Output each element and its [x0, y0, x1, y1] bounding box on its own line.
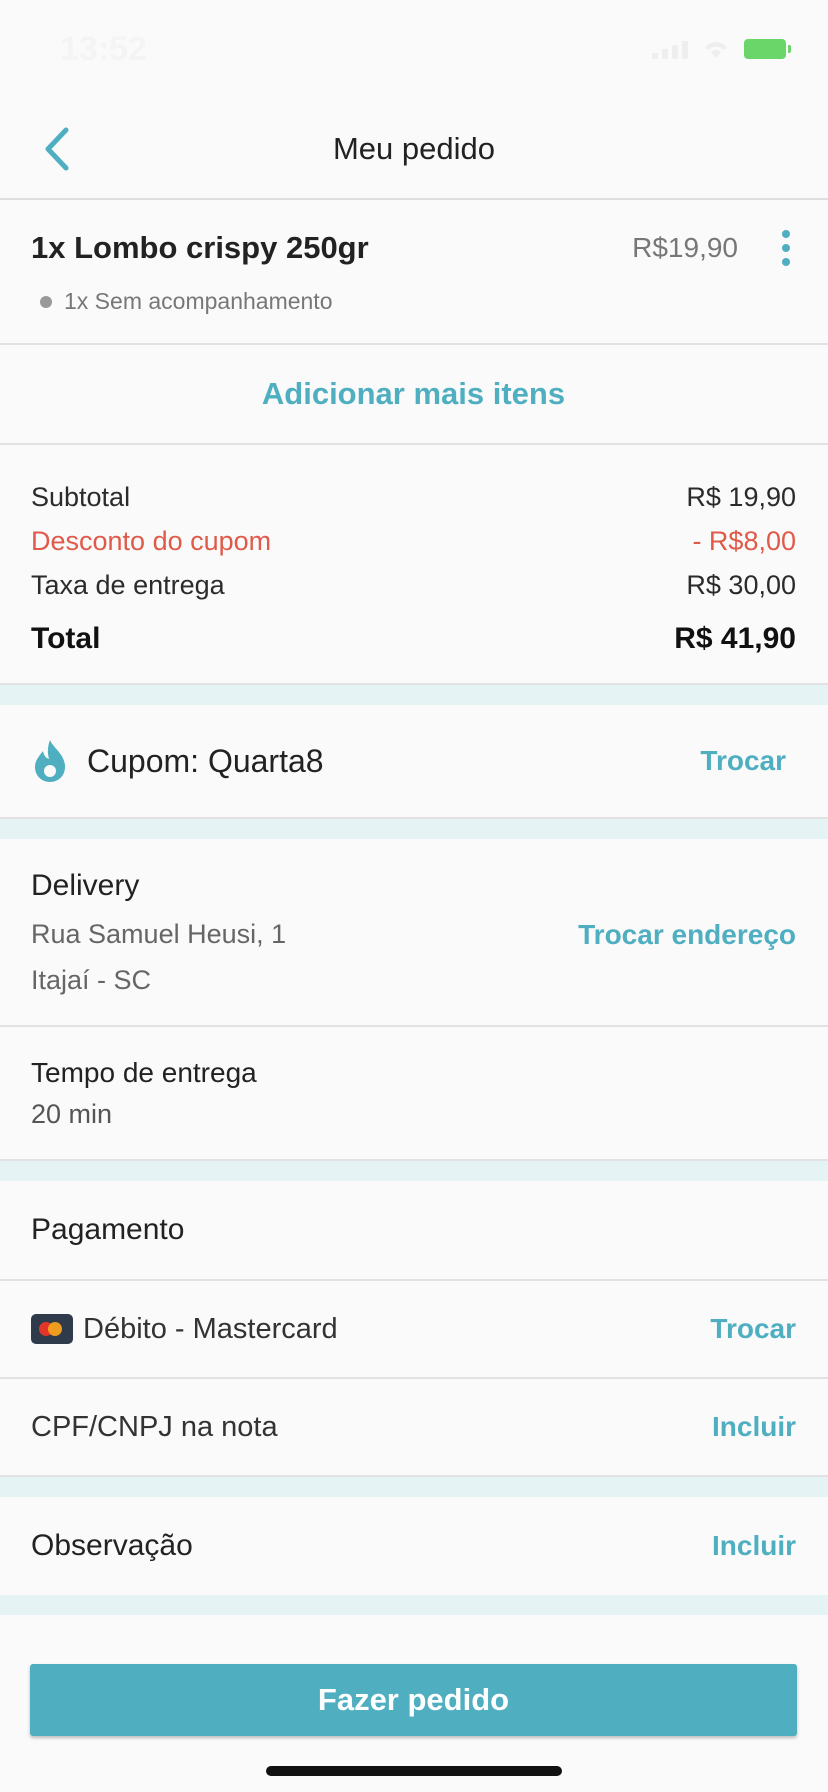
mastercard-icon [31, 1314, 73, 1344]
section-divider [0, 685, 828, 705]
add-note-button[interactable]: Incluir [712, 1530, 796, 1562]
signal-icon [652, 39, 688, 59]
back-icon[interactable] [38, 124, 78, 174]
delivery-section: Delivery Rua Samuel Heusi, 1 Itajaí - SC… [0, 839, 828, 1027]
footer: Fazer pedido [0, 1620, 828, 1792]
delivery-fee-line: Taxa de entrega R$ 30,00 [31, 563, 796, 607]
order-summary: Subtotal R$ 19,90 Desconto do cupom - R$… [0, 445, 828, 685]
wifi-icon [705, 42, 727, 58]
payment-method-label: Débito - Mastercard [83, 1312, 338, 1345]
battery-icon [744, 39, 791, 59]
add-tax-id-button[interactable]: Incluir [712, 1411, 796, 1443]
subtotal-label: Subtotal [31, 481, 131, 512]
item-price: R$19,90 [632, 232, 738, 263]
total-label: Total [31, 622, 101, 655]
payment-method-row: Débito - Mastercard Trocar [0, 1281, 828, 1379]
bullet-icon [40, 295, 52, 308]
item-name: 1x Lombo crispy 250gr [31, 230, 369, 265]
address-line-2: Itajaí - SC [31, 965, 152, 995]
payment-title: Pagamento [0, 1181, 828, 1281]
add-more-items-button[interactable]: Adicionar mais itens [0, 345, 828, 445]
delivery-time-value: 20 min [31, 1099, 113, 1129]
section-divider [0, 1595, 828, 1615]
tax-id-label: CPF/CNPJ na nota [31, 1410, 278, 1443]
change-coupon-button[interactable]: Trocar [700, 745, 786, 777]
change-payment-button[interactable]: Trocar [710, 1313, 796, 1345]
status-icons [652, 38, 791, 60]
subtotal-value: R$ 19,90 [686, 481, 796, 512]
discount-label: Desconto do cupom [31, 525, 272, 556]
note-label: Observação [31, 1529, 193, 1562]
status-bar: 13:52 [0, 0, 828, 100]
coupon-row: Cupom: Quarta8 Trocar [0, 705, 828, 819]
delivery-fee-value: R$ 30,00 [686, 569, 796, 600]
discount-value: - R$8,00 [692, 525, 796, 556]
delivery-title: Delivery [31, 869, 140, 902]
discount-line: Desconto do cupom - R$8,00 [31, 519, 796, 563]
delivery-fee-label: Taxa de entrega [31, 569, 225, 600]
delivery-time-section: Tempo de entrega 20 min [0, 1027, 828, 1161]
status-time: 13:52 [60, 30, 147, 68]
section-divider [0, 1477, 828, 1497]
flame-icon [35, 740, 65, 782]
item-option: 1x Sem acompanhamento [40, 288, 333, 315]
payment-method: Débito - Mastercard [31, 1313, 338, 1346]
home-indicator [266, 1766, 562, 1776]
tax-id-row: CPF/CNPJ na nota Incluir [0, 1379, 828, 1477]
total-line: Total R$ 41,90 [31, 617, 796, 661]
delivery-time-title: Tempo de entrega [31, 1057, 257, 1088]
section-divider [0, 1161, 828, 1181]
subtotal-line: Subtotal R$ 19,90 [31, 475, 796, 519]
item-option-label: 1x Sem acompanhamento [64, 288, 333, 314]
navigation-bar: Meu pedido [0, 100, 828, 200]
place-order-button[interactable]: Fazer pedido [30, 1664, 797, 1736]
total-value: R$ 41,90 [674, 622, 796, 655]
order-item: 1x Lombo crispy 250gr R$19,90 1x Sem aco… [0, 200, 828, 345]
note-row: Observação Incluir [0, 1497, 828, 1595]
address-line-1: Rua Samuel Heusi, 1 [31, 919, 287, 949]
change-address-button[interactable]: Trocar endereço [578, 919, 796, 951]
page-title: Meu pedido [332, 131, 495, 166]
coupon-label: Cupom: Quarta8 [87, 742, 324, 779]
section-divider [0, 819, 828, 839]
more-options-icon[interactable] [780, 230, 792, 266]
